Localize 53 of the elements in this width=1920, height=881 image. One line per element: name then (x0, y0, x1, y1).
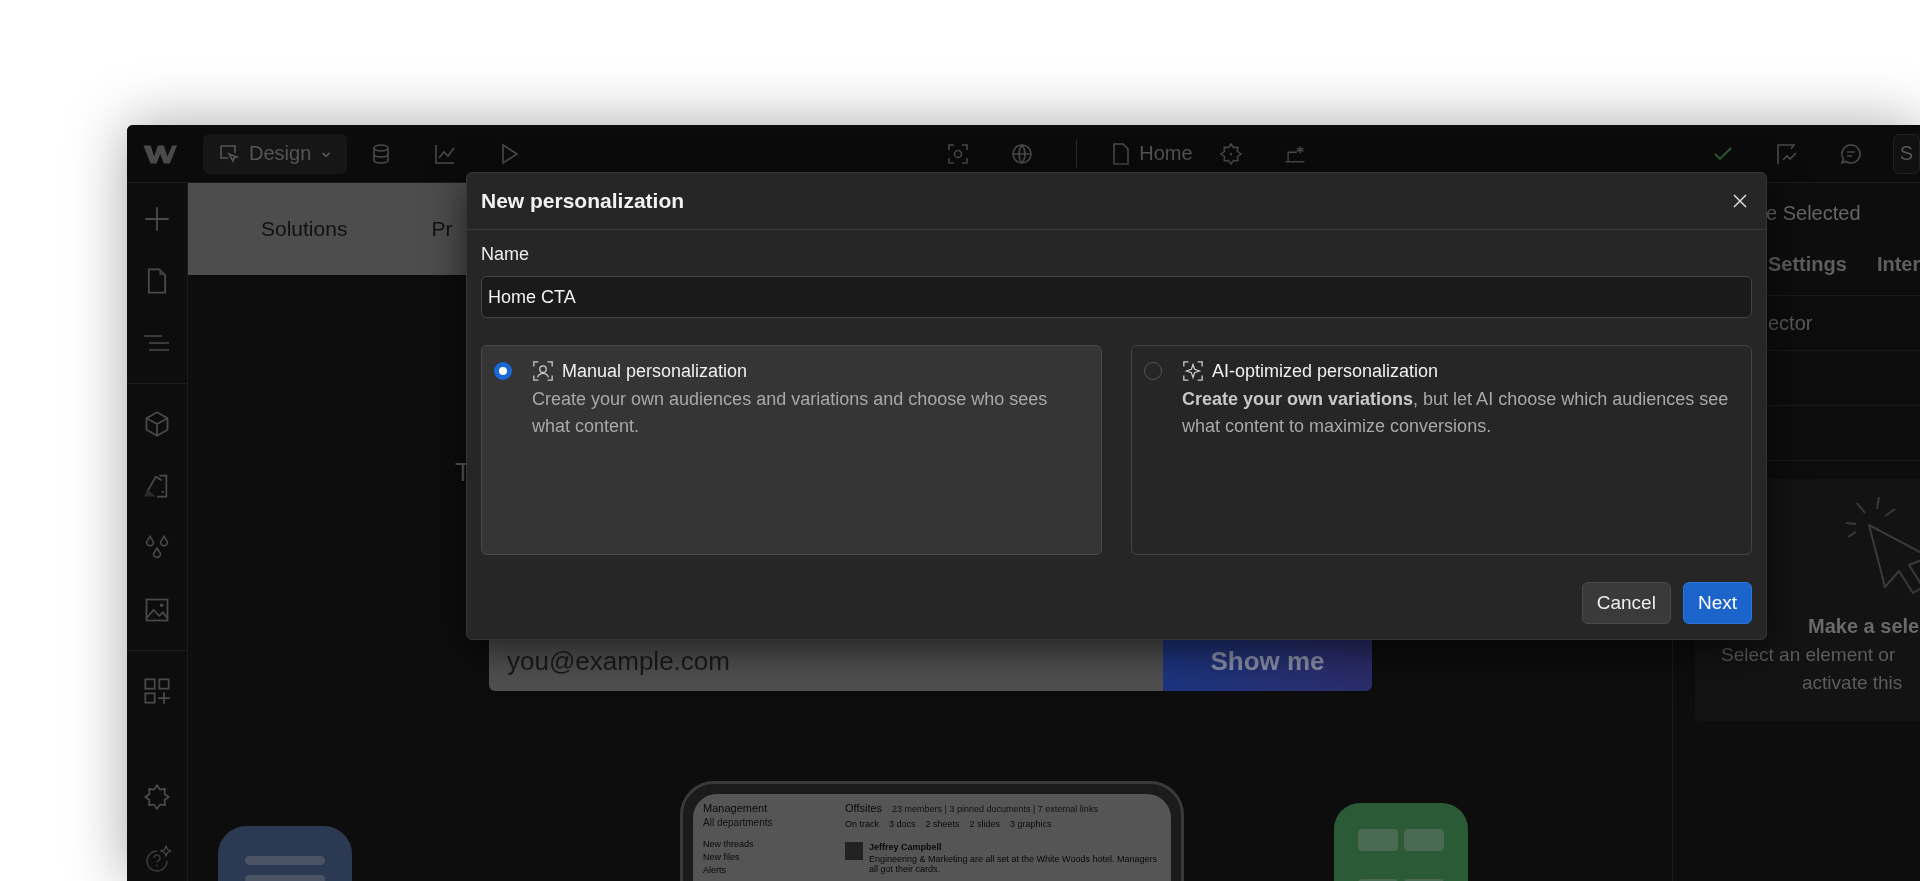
message-author: Jeffrey Campbell (869, 842, 943, 852)
person-frame-icon (532, 360, 554, 382)
panel-tab[interactable]: Inter (1876, 252, 1920, 276)
option-title: AI-optimized personalization (1212, 360, 1439, 382)
nav-link[interactable]: Pr (431, 217, 453, 241)
workspace-name: Management (703, 802, 769, 814)
channel-name: Offsites (845, 802, 883, 814)
option-card[interactable]: Manual personalization Create your own audiences and variations and choose who sees what content. (481, 345, 1102, 555)
nav-link[interactable]: Solutions (261, 217, 348, 241)
design-mode-button[interactable]: Design (203, 133, 348, 174)
name-label: Name (481, 244, 530, 266)
image-icon[interactable] (143, 596, 171, 624)
cube-icon[interactable] (143, 410, 171, 438)
message-text: Engineering & Marketing are all set at the White Woods hotel. Managers all got their cards. (869, 854, 1158, 874)
option-description: Create your own audiences and variations and choose who sees what content. (532, 388, 1049, 438)
option-card[interactable]: AI-optimized personalization Create your own variations, but let AI choose which audiences see what content to maximize conversions. (1131, 345, 1752, 555)
filter-chip[interactable]: 2 sheets (925, 819, 960, 829)
close-icon[interactable] (1732, 193, 1748, 209)
radio-button[interactable] (494, 362, 512, 380)
selector-label: ector (1768, 311, 1813, 335)
option-description: Create your own variations, but let AI choose which audiences see what content to maximize conversions. (1182, 388, 1730, 438)
settings-icon[interactable] (143, 783, 171, 811)
apps-icon[interactable] (143, 677, 171, 705)
filter-chip[interactable]: 3 docs (889, 819, 916, 829)
flag-chart-icon[interactable] (1774, 141, 1799, 166)
cancel-button[interactable]: Cancel (1581, 582, 1671, 624)
filter-chip[interactable]: On track (845, 819, 879, 829)
empty-state-text: activate this (1802, 672, 1904, 694)
empty-state-text: Select an element or (1721, 644, 1897, 666)
sparkle-frame-icon (1182, 360, 1204, 382)
settings-icon[interactable] (1218, 141, 1243, 166)
next-button[interactable]: Next (1682, 582, 1752, 624)
panel-heading: e Selected (1766, 201, 1862, 226)
dialog-title: New personalization (481, 189, 685, 213)
cursor-click-icon (1843, 495, 1920, 595)
help-icon[interactable] (143, 845, 171, 873)
department-name: All departments (703, 817, 774, 828)
sidebar-item[interactable]: Alerts (703, 865, 833, 875)
empty-state-title: Make a sele (1808, 615, 1920, 638)
share-button[interactable]: S (1892, 133, 1920, 174)
name-input-field[interactable]: Home CTA (481, 276, 1752, 318)
page-name[interactable]: Home (1139, 142, 1193, 165)
filter-chip[interactable]: 3 graphics (1010, 819, 1052, 829)
option-title: Manual personalization (562, 360, 748, 382)
sidebar-item[interactable]: New threads (703, 839, 833, 849)
panel-tab[interactable]: Settings (1768, 252, 1847, 276)
add-icon[interactable] (143, 205, 171, 233)
globe-icon[interactable] (1010, 141, 1035, 166)
sidebar-item[interactable]: New files (703, 852, 833, 862)
focus-icon[interactable] (946, 141, 971, 166)
comment-icon[interactable] (1838, 141, 1863, 166)
filter-chip[interactable]: 2 slides (969, 819, 1001, 829)
avatar-placeholder (845, 842, 863, 860)
